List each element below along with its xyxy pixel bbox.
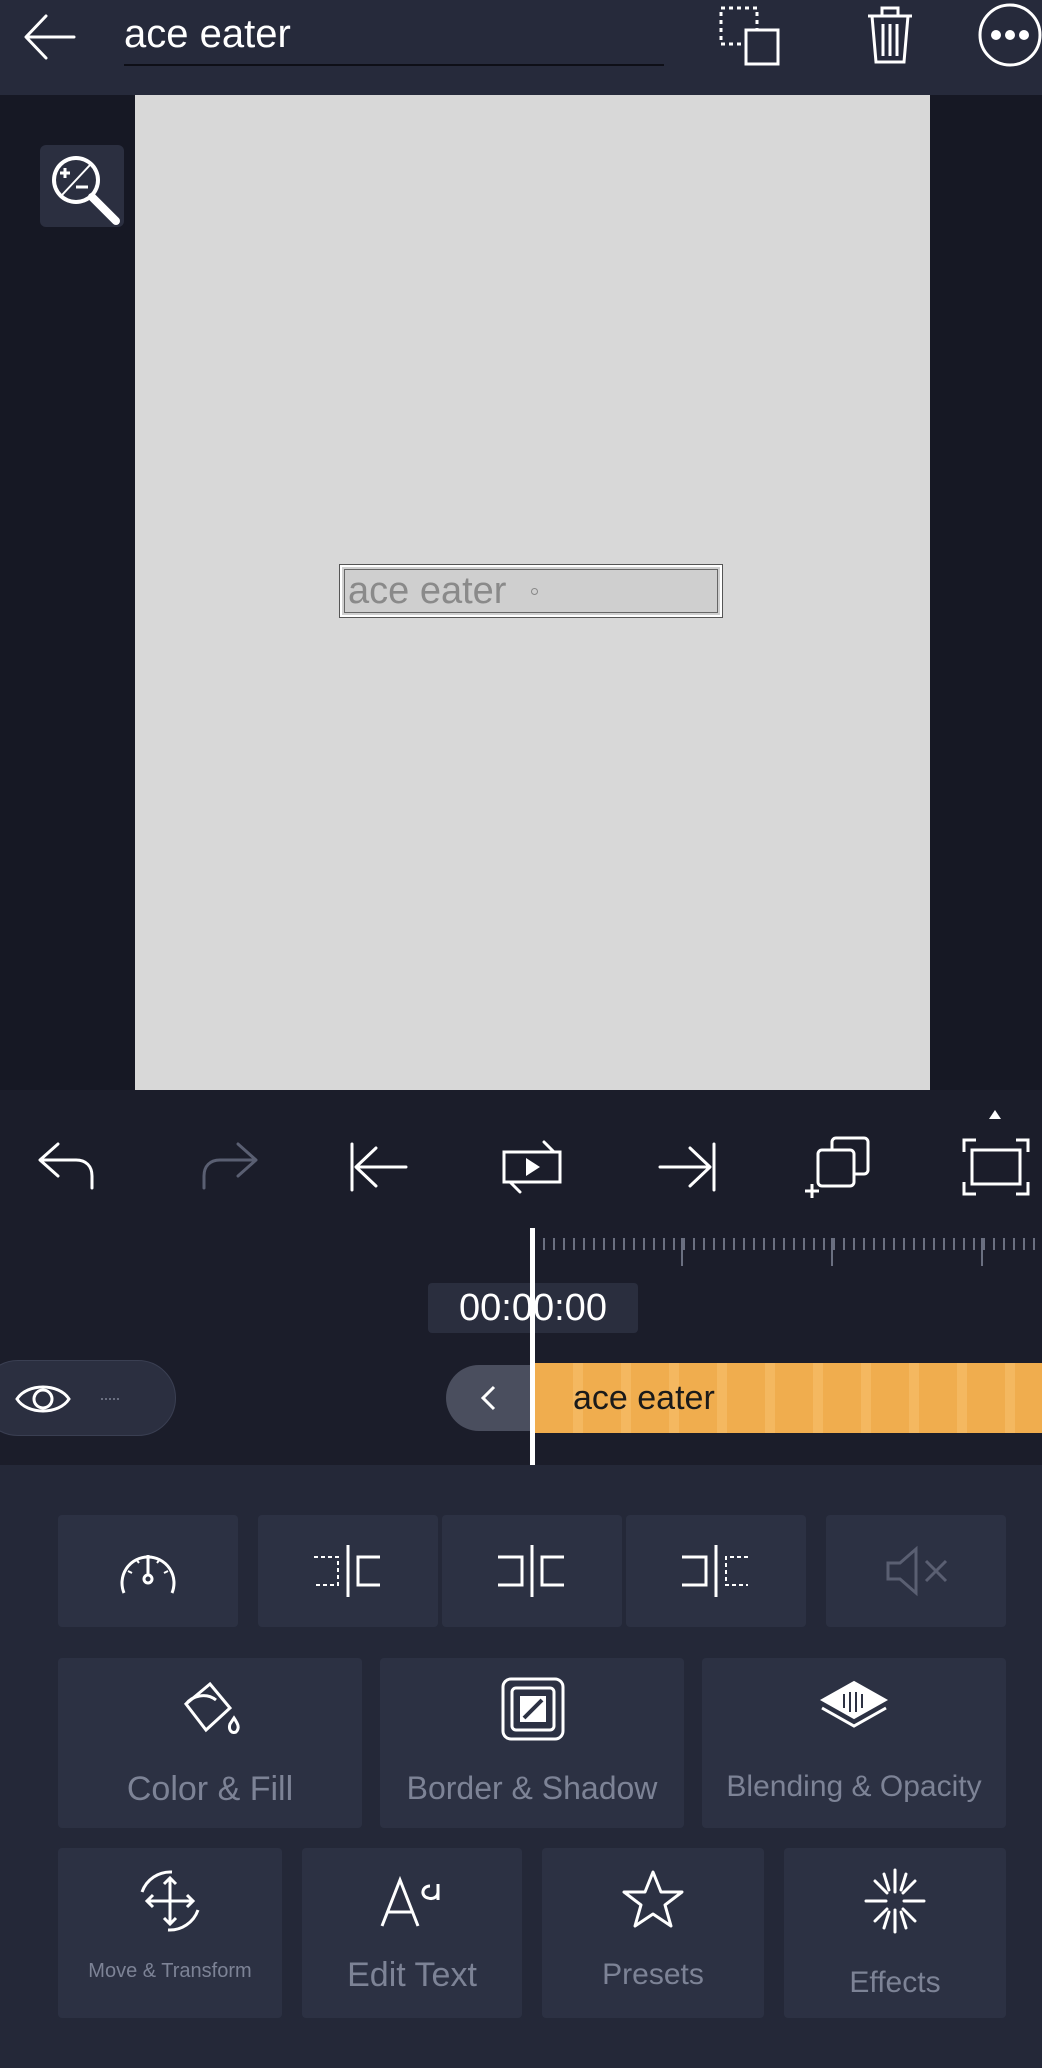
layer-visibility-toggle[interactable] <box>0 1360 176 1436</box>
trash-icon <box>868 6 912 64</box>
color-fill-label: Color & Fill <box>126 1770 294 1808</box>
playhead[interactable] <box>530 1228 535 1468</box>
back-arrow-icon <box>24 14 76 60</box>
jump-to-start-button[interactable] <box>338 1132 418 1202</box>
presets-button[interactable]: Presets <box>542 1848 764 2018</box>
undo-button[interactable] <box>30 1132 110 1202</box>
fullscreen-icon <box>962 1138 1030 1196</box>
move-transform-label: Move & Transform <box>88 1960 252 1982</box>
collapse-track-button[interactable] <box>446 1365 532 1431</box>
fullscreen-caret-icon <box>989 1110 1001 1119</box>
border-shadow-icon <box>501 1677 565 1741</box>
layers-icon <box>819 1680 889 1728</box>
effects-label: Effects <box>849 1966 941 1999</box>
top-bar: ace eater <box>0 0 1042 95</box>
split-right-button[interactable] <box>626 1515 806 1627</box>
redo-icon <box>202 1142 258 1190</box>
app-screen: ace eater ace eater ace eater Color & Fi… <box>0 0 1042 2068</box>
undo-icon <box>38 1142 94 1190</box>
timeline-clip[interactable]: ace eater <box>535 1363 1042 1433</box>
clip-label: ace eater <box>573 1379 715 1417</box>
zoom-button[interactable] <box>40 145 124 227</box>
play-loop-button[interactable] <box>492 1132 572 1202</box>
split-right-icon <box>682 1545 748 1597</box>
tools-panel: Color & Fill Border & Shadow Blending & … <box>0 1465 1042 2068</box>
canvas-area: ace eater <box>0 95 1042 1090</box>
eye-icon <box>15 1385 71 1413</box>
chevron-left-icon <box>480 1385 496 1411</box>
edit-text-button[interactable]: Edit Text <box>302 1848 522 2018</box>
visibility-indicator-icon <box>101 1398 121 1400</box>
more-options-icon <box>978 3 1042 67</box>
back-button[interactable] <box>18 6 84 68</box>
blending-opacity-label: Blending & Opacity <box>726 1770 982 1803</box>
text-anchor-handle[interactable] <box>531 588 538 595</box>
effects-button[interactable]: Effects <box>784 1848 1006 2018</box>
sparkle-icon <box>864 1868 926 1934</box>
presets-label: Presets <box>602 1958 704 1991</box>
mute-icon <box>886 1545 948 1597</box>
border-shadow-label: Border & Shadow <box>406 1770 658 1806</box>
speed-button[interactable] <box>58 1515 238 1627</box>
timeline[interactable]: 00:00:00 ace eater <box>0 1210 1042 1468</box>
blending-opacity-button[interactable]: Blending & Opacity <box>702 1658 1006 1828</box>
delete-button[interactable] <box>860 2 920 68</box>
jump-to-end-button[interactable] <box>648 1132 728 1202</box>
text-size-icon <box>380 1875 440 1927</box>
copy-layer-icon <box>805 1136 870 1198</box>
playback-controls <box>0 1090 1042 1230</box>
star-icon <box>622 1870 684 1928</box>
jump-end-icon <box>658 1142 716 1192</box>
jump-start-icon <box>350 1142 408 1192</box>
more-options-button[interactable] <box>974 2 1042 68</box>
artboard[interactable]: ace eater <box>135 95 930 1090</box>
timeline-ruler <box>543 1238 1035 1266</box>
color-fill-button[interactable]: Color & Fill <box>58 1658 362 1828</box>
split-center-icon <box>498 1545 564 1597</box>
split-left-button[interactable] <box>258 1515 438 1627</box>
redo-button[interactable] <box>186 1132 266 1202</box>
edit-text-label: Edit Text <box>347 1956 477 1994</box>
copy-layer-button[interactable] <box>800 1132 880 1202</box>
mute-button[interactable] <box>826 1515 1006 1627</box>
split-center-button[interactable] <box>442 1515 622 1627</box>
move-transform-icon <box>140 1870 200 1932</box>
layer-title-input[interactable]: ace eater <box>124 6 664 66</box>
text-layer-box[interactable]: ace eater <box>339 564 723 618</box>
move-transform-button[interactable]: Move & Transform <box>58 1848 282 2018</box>
zoom-icon <box>52 156 120 225</box>
text-layer-content: ace eater <box>348 570 507 612</box>
duplicate-icon <box>719 6 780 66</box>
paint-bucket-icon <box>183 1681 240 1734</box>
play-loop-icon <box>502 1140 562 1194</box>
split-left-icon <box>314 1545 380 1597</box>
speed-icon <box>120 1555 176 1594</box>
border-shadow-button[interactable]: Border & Shadow <box>380 1658 684 1828</box>
fullscreen-button[interactable] <box>956 1132 1036 1202</box>
duplicate-button[interactable] <box>716 2 786 68</box>
